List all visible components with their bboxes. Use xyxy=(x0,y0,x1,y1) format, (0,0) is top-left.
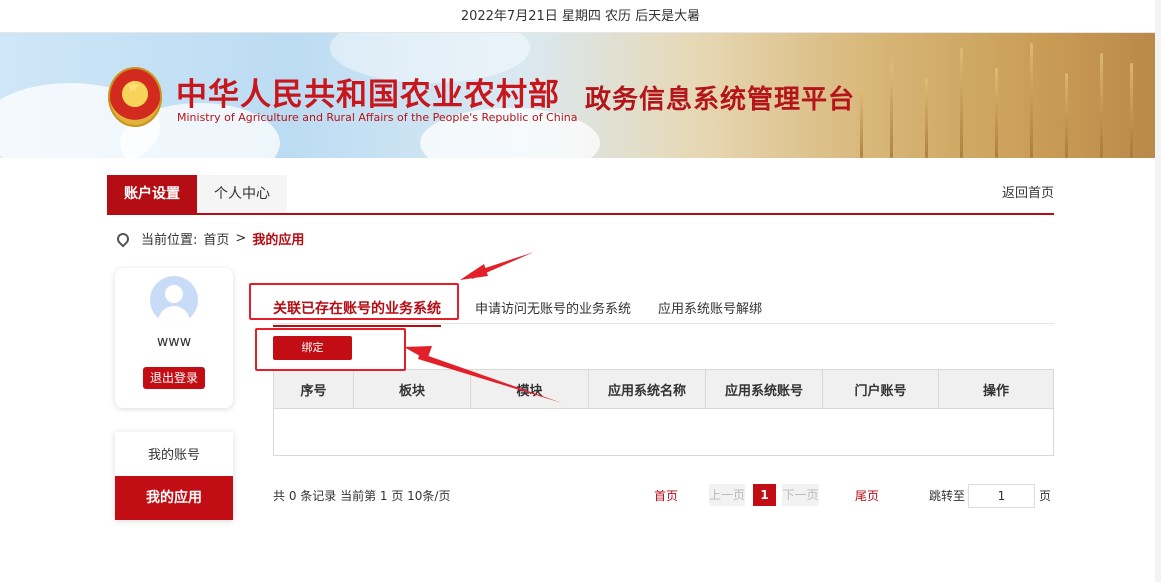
pager-jump-input[interactable] xyxy=(968,484,1035,508)
column-header: 板块 xyxy=(353,369,471,409)
avatar xyxy=(150,276,198,324)
nav-tab-personal-center[interactable]: 个人中心 xyxy=(197,175,287,213)
pager-page-label: 页 xyxy=(1039,489,1052,503)
column-header: 模块 xyxy=(470,369,589,409)
table-header-row: 序号 板块 模块 应用系统名称 应用系统账号 门户账号 操作 xyxy=(273,369,1054,409)
site-banner: 中华人民共和国农业农村部 Ministry of Agriculture and… xyxy=(0,33,1161,158)
national-emblem-icon xyxy=(108,67,162,127)
side-menu: 我的账号 我的应用 xyxy=(115,432,233,520)
breadcrumb-prefix: 当前位置: xyxy=(141,233,198,248)
table-empty-row xyxy=(273,408,1054,456)
user-card: www 退出登录 xyxy=(115,268,233,408)
pager-first-link[interactable]: 首页 xyxy=(654,487,678,504)
date-bar: 2022年7月21日 星期四 农历 后天是大暑 xyxy=(0,0,1161,33)
breadcrumb-separator: > xyxy=(235,231,247,246)
page-scrollbar[interactable] xyxy=(1155,0,1161,582)
pager-last-link[interactable]: 尾页 xyxy=(855,487,879,504)
breadcrumb-home[interactable]: 首页 xyxy=(203,229,229,248)
back-home-link[interactable]: 返回首页 xyxy=(1002,175,1054,213)
tab-unbind-account[interactable]: 应用系统账号解绑 xyxy=(658,298,762,317)
ministry-name-cn: 中华人民共和国农业农村部 xyxy=(176,77,560,113)
side-item-my-account[interactable]: 我的账号 xyxy=(115,432,233,476)
nav-tab-account-settings[interactable]: 账户设置 xyxy=(107,175,197,213)
side-item-my-apps[interactable]: 我的应用 xyxy=(115,476,233,520)
date-text: 2022年7月21日 星期四 农历 后天是大暑 xyxy=(460,9,701,24)
column-header: 序号 xyxy=(273,369,354,409)
apps-table: 序号 板块 模块 应用系统名称 应用系统账号 门户账号 操作 xyxy=(273,369,1054,456)
logout-button[interactable]: 退出登录 xyxy=(143,367,205,389)
column-header: 应用系统名称 xyxy=(588,369,706,409)
annotation-box-bind xyxy=(255,328,406,371)
pager-current-page[interactable]: 1 xyxy=(753,484,776,506)
pager-summary: 共 0 条记录 当前第 1 页 10条/页 xyxy=(273,489,451,503)
location-pin-icon xyxy=(114,230,132,247)
pager-next-button[interactable]: 下一页 xyxy=(782,484,819,506)
breadcrumb-current: 我的应用 xyxy=(252,233,305,248)
column-header: 应用系统账号 xyxy=(705,369,823,409)
user-name: www xyxy=(156,334,192,350)
ministry-name-en: Ministry of Agriculture and Rural Affair… xyxy=(177,111,578,124)
pager-jump-label: 跳转至 xyxy=(929,489,966,503)
main-nav: 账户设置 个人中心 返回首页 xyxy=(107,175,1054,215)
platform-title: 政务信息系统管理平台 xyxy=(585,85,856,115)
pager-prev-button[interactable]: 上一页 xyxy=(709,484,745,506)
tab-request-access[interactable]: 申请访问无账号的业务系统 xyxy=(475,298,631,317)
column-header: 操作 xyxy=(938,369,1054,409)
annotation-box-tab xyxy=(249,283,459,320)
column-header: 门户账号 xyxy=(822,369,939,409)
breadcrumb: 当前位置: 首页 > 我的应用 xyxy=(114,229,305,248)
